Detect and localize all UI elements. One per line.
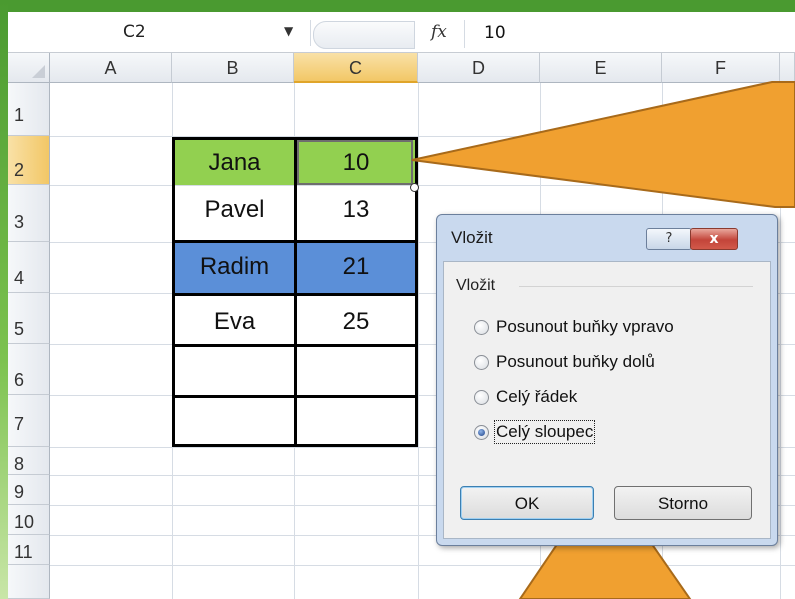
group-label: Vložit bbox=[456, 277, 496, 294]
insert-dialog: Vložit ? x Vložit Posunout buňky vpravo … bbox=[436, 214, 778, 546]
radio-icon[interactable] bbox=[474, 320, 489, 335]
cancel-button[interactable]: Storno bbox=[614, 486, 752, 520]
group-divider bbox=[519, 286, 753, 287]
option-label: Celý sloupec bbox=[493, 420, 596, 444]
option-label: Celý řádek bbox=[496, 387, 578, 406]
option-label: Posunout buňky dolů bbox=[496, 352, 655, 371]
callout-arrow-right bbox=[411, 81, 795, 208]
help-button[interactable]: ? bbox=[646, 228, 692, 250]
ok-button[interactable]: OK bbox=[460, 486, 594, 520]
excel-window: C2 ▼ fx 10 A B C D E F 1 2 3 4 5 6 7 8 9… bbox=[0, 0, 795, 599]
radio-icon[interactable] bbox=[474, 390, 489, 405]
radio-icon[interactable] bbox=[474, 355, 489, 370]
radio-selected-icon[interactable] bbox=[474, 425, 489, 440]
option-label: Posunout buňky vpravo bbox=[496, 317, 674, 336]
dialog-title: Vložit bbox=[451, 228, 493, 247]
close-button[interactable]: x bbox=[690, 228, 738, 250]
dialog-body: Vložit Posunout buňky vpravo Posunout bu… bbox=[443, 261, 771, 539]
